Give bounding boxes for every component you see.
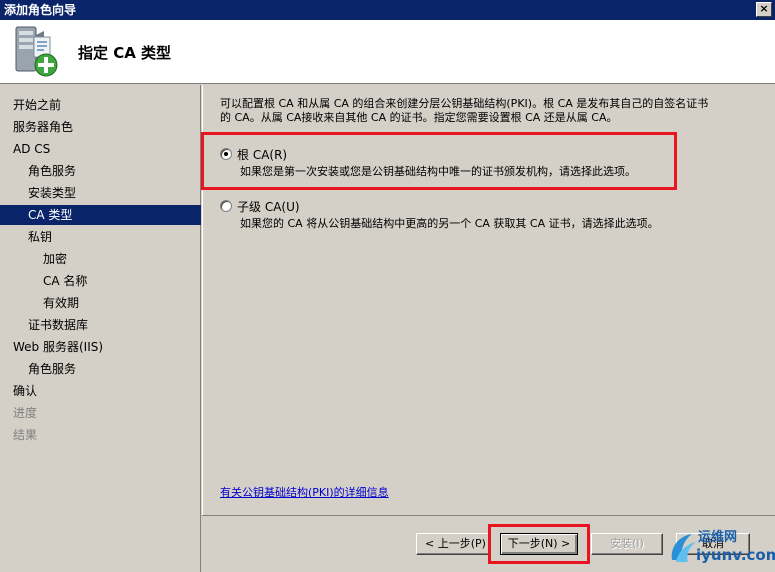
close-icon: × bbox=[759, 2, 769, 15]
wizard-header: 指定 CA 类型 bbox=[0, 20, 775, 84]
subordinate-ca-label[interactable]: 子级 CA(U) bbox=[237, 198, 300, 215]
sidebar-item-iis-role-services[interactable]: 角色服务 bbox=[0, 359, 201, 379]
watermark-logo-icon bbox=[671, 534, 696, 562]
sidebar-item-ad-cs[interactable]: AD CS bbox=[0, 139, 201, 159]
sidebar-item-cryptography[interactable]: 加密 bbox=[0, 249, 201, 269]
sidebar-item-progress: 进度 bbox=[13, 406, 38, 420]
subordinate-ca-radio[interactable] bbox=[220, 200, 232, 212]
sidebar-item-confirmation[interactable]: 确认 bbox=[0, 381, 201, 401]
sidebar-item-server-roles[interactable]: 服务器角色 bbox=[0, 117, 201, 137]
next-button-highlight-box bbox=[488, 524, 590, 564]
close-button[interactable]: × bbox=[756, 2, 772, 17]
root-ca-highlight-box bbox=[201, 132, 677, 190]
window-title: 添加角色向导 bbox=[4, 3, 77, 17]
sidebar-item-private-key[interactable]: 私钥 bbox=[0, 227, 201, 247]
wizard-content: 可以配置根 CA 和从属 CA 的组合来创建分层公钥基础结构(PKI)。根 CA… bbox=[201, 85, 775, 515]
page-title: 指定 CA 类型 bbox=[78, 44, 172, 62]
description-line-2: 的 CA。从属 CA接收来自其他 CA 的证书。指定您需要设置根 CA 还是从属… bbox=[220, 111, 618, 124]
wizard-steps-sidebar: 开始之前 服务器角色 AD CS 角色服务 安装类型 CA 类型 私钥 加密 C… bbox=[0, 85, 201, 572]
sidebar-item-certificate-database[interactable]: 证书数据库 bbox=[0, 315, 201, 335]
back-button[interactable]: < 上一步(P) bbox=[416, 533, 490, 555]
sidebar-item-web-server-iis[interactable]: Web 服务器(IIS) bbox=[0, 337, 201, 357]
sidebar-item-role-services[interactable]: 角色服务 bbox=[0, 161, 201, 181]
pki-info-link[interactable]: 有关公钥基础结构(PKI)的详细信息 bbox=[220, 484, 389, 500]
sidebar-item-before-you-begin[interactable]: 开始之前 bbox=[0, 95, 201, 115]
install-button: 安装(I) bbox=[591, 533, 663, 555]
description-line-1: 可以配置根 CA 和从属 CA 的组合来创建分层公钥基础结构(PKI)。根 CA… bbox=[220, 97, 709, 110]
subordinate-ca-help: 如果您的 CA 将从公钥基础结构中更高的另一个 CA 获取其 CA 证书，请选择… bbox=[240, 217, 659, 230]
sidebar-item-ca-name[interactable]: CA 名称 bbox=[0, 271, 201, 291]
sidebar-item-validity-period[interactable]: 有效期 bbox=[0, 293, 201, 313]
description-text: 可以配置根 CA 和从属 CA 的组合来创建分层公钥基础结构(PKI)。根 CA… bbox=[220, 97, 770, 125]
window-titlebar: 添加角色向导 × bbox=[0, 0, 775, 20]
server-add-icon bbox=[15, 26, 58, 77]
sidebar-item-ca-type[interactable]: CA 类型 bbox=[0, 205, 201, 225]
sidebar-item-setup-type[interactable]: 安装类型 bbox=[0, 183, 201, 203]
watermark-line-2: iyunv.com bbox=[696, 546, 775, 564]
watermark-line-1: 运维网 bbox=[698, 530, 738, 545]
watermark: 运维网 iyunv.com bbox=[668, 524, 775, 572]
sidebar-item-results: 结果 bbox=[13, 428, 38, 442]
